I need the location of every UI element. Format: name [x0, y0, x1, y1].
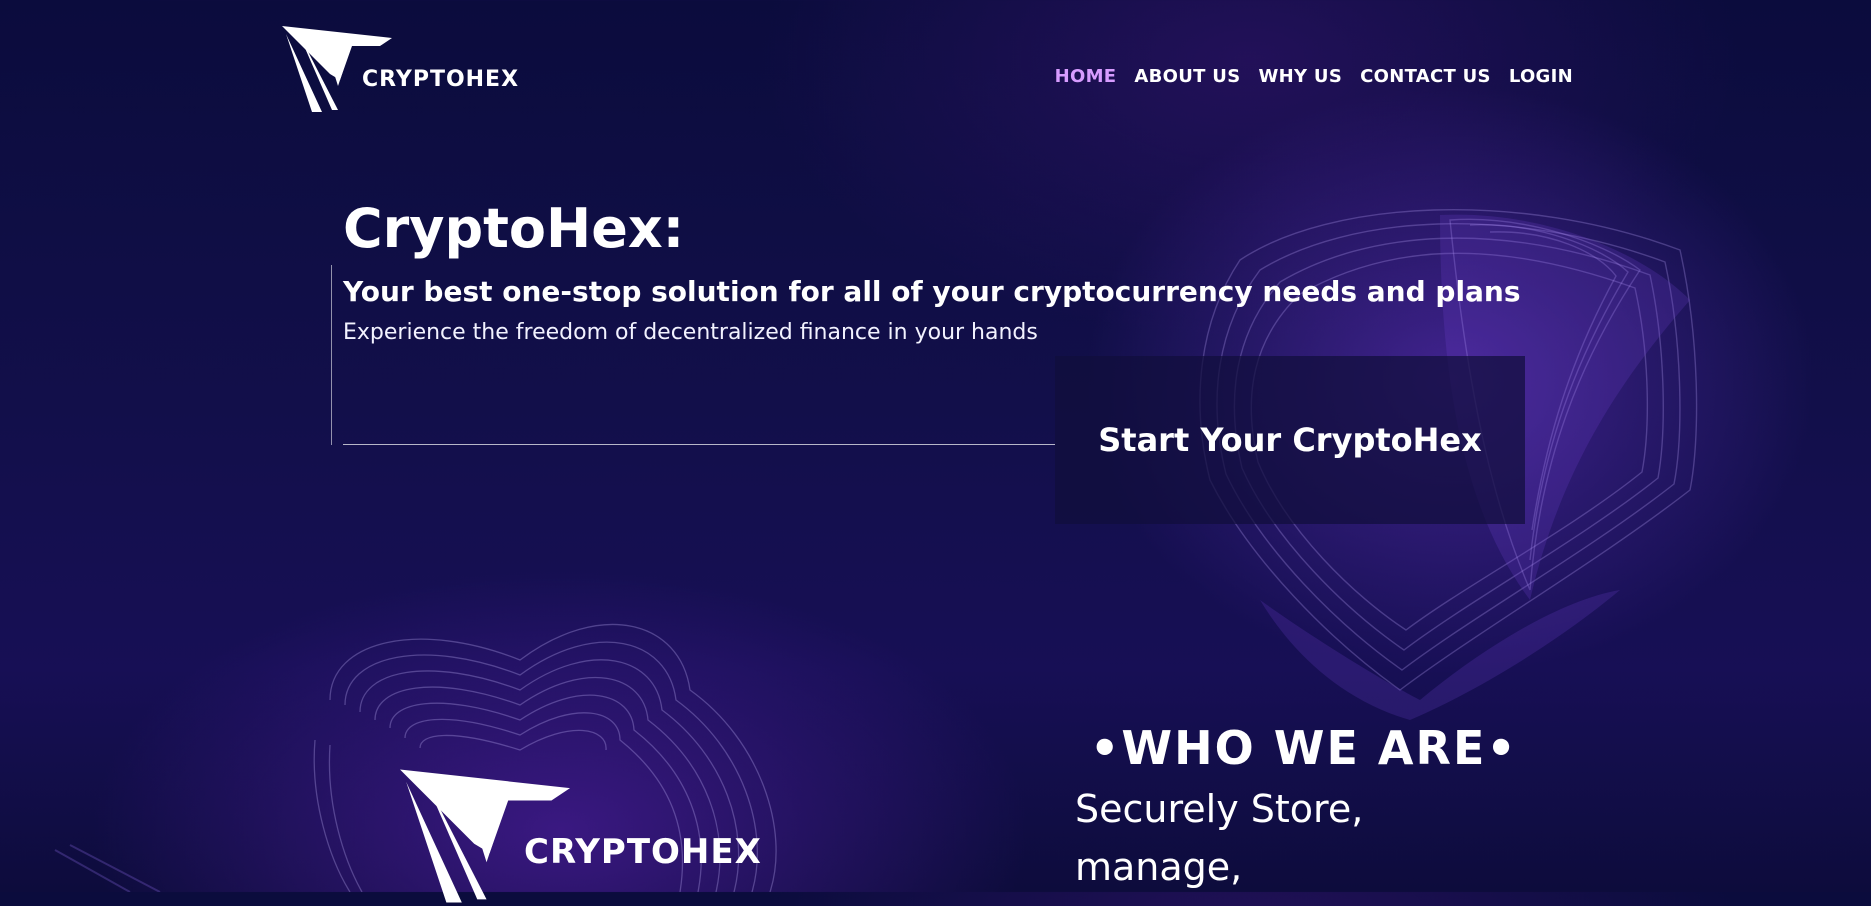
main-nav: HOME ABOUT US WHY US CONTACT US LOGIN: [1055, 66, 1573, 87]
hero-divider: [343, 444, 1055, 445]
who-we-are-heading: •WHO WE ARE•: [1090, 721, 1518, 775]
background-wave-art: [54, 208, 1698, 892]
hero-subtitle: Your best one-stop solution for all of y…: [343, 275, 1521, 308]
hero-title: CryptoHex:: [343, 197, 685, 260]
nav-home[interactable]: HOME: [1055, 66, 1117, 87]
hero-description: Experience the freedom of decentralized …: [343, 320, 1038, 345]
who-we-are-text: Securely Store, manage,: [1075, 787, 1364, 889]
nav-contact-us[interactable]: CONTACT US: [1360, 66, 1491, 87]
start-cryptohex-button[interactable]: Start Your CryptoHex: [1055, 356, 1525, 524]
nav-login[interactable]: LOGIN: [1509, 66, 1573, 87]
brand-logo[interactable]: CRYPTOHEX: [282, 24, 519, 114]
who-section-logo: CRYPTOHEX: [400, 766, 762, 906]
nav-why-us[interactable]: WHY US: [1258, 66, 1342, 87]
who-logo-text: CRYPTOHEX: [524, 832, 762, 872]
logo-text: CRYPTOHEX: [362, 67, 520, 92]
hero-left-border: [331, 265, 332, 445]
nav-about-us[interactable]: ABOUT US: [1134, 66, 1240, 87]
